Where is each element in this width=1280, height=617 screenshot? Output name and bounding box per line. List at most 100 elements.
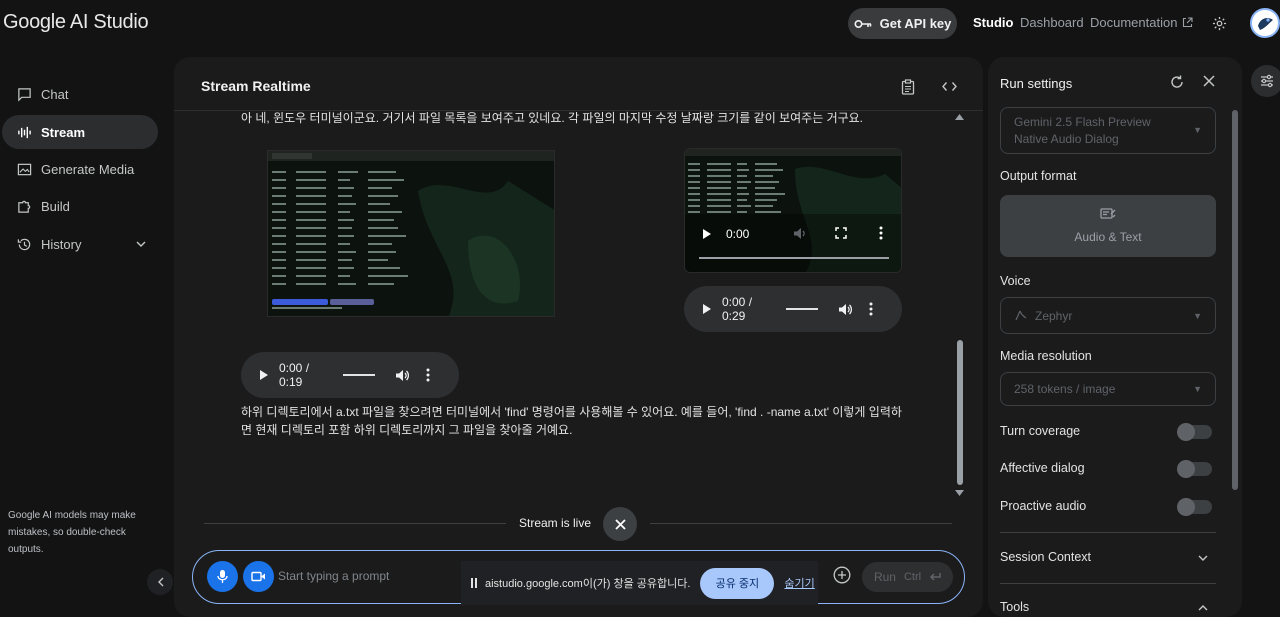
proactive-audio-label: Proactive audio [1000,499,1087,513]
voice-select[interactable]: Zephyr ▼ [1000,297,1216,334]
user-avatar[interactable] [1250,8,1280,38]
model-select[interactable]: Gemini 2.5 Flash Preview Native Audio Di… [1000,107,1216,154]
affective-dialog-toggle[interactable] [1177,460,1212,478]
audio-time: 0:00 / 0:19 [279,361,310,389]
sidebar-item-generate-media[interactable]: Generate Media [2,152,158,186]
tools-header[interactable]: Tools [1000,600,1029,614]
audio-text-icon [1100,208,1116,222]
microphone-button[interactable] [207,561,238,592]
prompt-input[interactable]: Start typing a prompt [278,569,389,583]
audio-player[interactable]: 0:00 / 0:29 [684,286,902,332]
video-camera-icon [251,571,266,582]
tune-icon [1260,74,1274,88]
collapse-sidebar-button[interactable] [147,569,173,595]
get-api-key-button[interactable]: Get API key [848,8,957,39]
run-button[interactable]: Run Ctrl [862,562,953,592]
media-resolution-label: Media resolution [1000,349,1092,363]
divider [204,523,506,524]
page-title: Stream Realtime [201,78,311,94]
sidebar-item-stream[interactable]: Stream [2,115,158,149]
stream-status-label: Stream is live [519,516,592,530]
scroll-down-icon[interactable] [955,490,964,496]
close-icon[interactable] [1203,75,1215,87]
close-icon [614,518,626,530]
toggle-knob [1177,498,1195,516]
more-options-icon[interactable] [879,226,883,240]
dropdown-caret-icon: ▼ [1193,310,1202,321]
app-logo[interactable]: Google AI Studio [3,11,149,34]
play-icon[interactable] [259,369,269,381]
voice-select-value: Zephyr [1035,308,1073,323]
camera-button[interactable] [243,561,274,592]
chevron-down-icon[interactable] [136,241,146,248]
clipboard-icon[interactable] [901,79,915,95]
chevron-left-icon [157,577,164,587]
divider [650,523,952,524]
sidebar-item-label: Stream [41,124,86,140]
more-options-icon[interactable] [426,368,430,382]
audio-progress-bar[interactable] [786,308,818,310]
add-plus-icon[interactable] [833,566,851,584]
scroll-up-icon[interactable] [955,114,964,120]
scrollbar-thumb[interactable] [957,340,963,485]
audio-progress-bar[interactable] [343,374,375,376]
run-label: Run [873,570,896,584]
volume-icon[interactable] [793,227,808,240]
screen-share-text: aistudio.google.com이(가) 창을 공유합니다. [485,578,691,590]
dropdown-caret-icon: ▼ [1193,125,1202,135]
sidebar-item-build[interactable]: Build [2,189,158,223]
turn-coverage-label: Turn coverage [1000,424,1081,438]
pause-icon [471,578,477,588]
screen-share-bar: aistudio.google.com이(가) 창을 공유합니다. 공유 중지 … [461,561,818,605]
sidebar-item-label: Chat [41,86,69,102]
main-panel [174,57,983,617]
voice-icon [1014,309,1027,322]
media-resolution-value: 258 tokens / image [1014,382,1116,396]
reset-settings-icon[interactable] [1169,74,1185,90]
chevron-up-icon[interactable] [1198,604,1208,611]
output-format-label: Output format [1000,169,1077,183]
shared-screen-frame[interactable] [267,150,555,317]
microphone-icon [217,569,228,584]
puzzle-icon [17,199,32,214]
code-icon[interactable] [942,81,957,92]
sidebar-item-label: History [41,236,82,252]
audio-player[interactable]: 0:00 / 0:19 [241,352,459,398]
dropdown-caret-icon: ▼ [1193,384,1202,394]
scrollbar-thumb[interactable] [1232,110,1238,490]
sidebar-item-chat[interactable]: Chat [2,77,158,111]
sidebar-item-label: Generate Media [41,161,135,177]
nav-studio[interactable]: Studio [973,15,1013,30]
affective-dialog-label: Affective dialog [1000,461,1085,475]
play-icon[interactable] [702,228,712,240]
settings-gear-icon[interactable] [1212,16,1227,31]
sidebar-item-history[interactable]: History [2,227,158,261]
divider [1000,532,1216,533]
video-time: 0:00 [726,227,750,241]
volume-icon[interactable] [838,303,853,316]
run-settings-title: Run settings [1000,76,1073,91]
video-player[interactable]: 0:00 [684,148,902,273]
voice-label: Voice [1000,274,1031,288]
hide-share-bar-link[interactable]: 숨기기 [784,575,814,591]
turn-coverage-toggle[interactable] [1177,423,1212,441]
divider [1000,583,1216,584]
model-message: 아 네, 윈도우 터미널이군요. 거기서 파일 목록을 보여주고 있네요. 각 … [241,111,864,125]
end-stream-button[interactable] [603,507,637,541]
waveform-icon [17,125,32,140]
output-format-option[interactable]: Audio & Text [1000,195,1216,257]
nav-dashboard[interactable]: Dashboard [1020,15,1084,30]
toggle-knob [1177,460,1195,478]
session-context-header[interactable]: Session Context [1000,550,1091,564]
nav-documentation[interactable]: Documentation [1090,15,1194,30]
play-icon[interactable] [702,303,712,315]
volume-icon[interactable] [395,369,410,382]
run-shortcut: Ctrl [903,571,922,583]
toggle-run-settings-button[interactable] [1251,65,1280,97]
proactive-audio-toggle[interactable] [1177,498,1212,516]
media-resolution-select[interactable]: 258 tokens / image ▼ [1000,372,1216,406]
stop-sharing-button[interactable]: 공유 중지 [700,567,775,599]
fullscreen-icon[interactable] [835,227,847,239]
more-options-icon[interactable] [869,302,873,316]
chevron-down-icon[interactable] [1198,555,1208,562]
